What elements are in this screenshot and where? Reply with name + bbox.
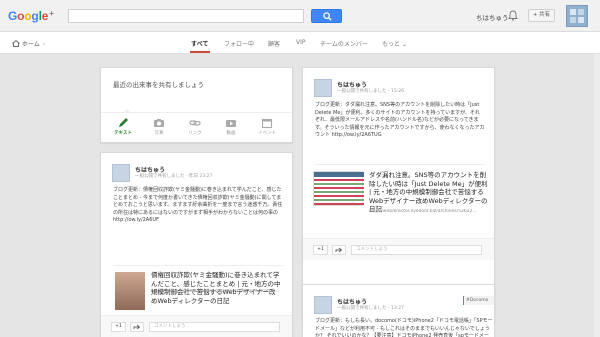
link-thumbnail[interactable] — [313, 171, 364, 206]
chevron-right-icon: › — [42, 41, 46, 48]
link-thumbnail[interactable] — [115, 272, 145, 310]
link-icon — [189, 120, 201, 126]
calendar-icon — [261, 118, 273, 129]
share-arrow-icon — [133, 324, 141, 330]
post-actions: +1 コメントしよう — [303, 238, 494, 260]
share-arrow-icon — [335, 247, 343, 253]
link-url[interactable]: http://webdirector.livedoor.biz/archives… — [369, 209, 491, 214]
video-icon — [226, 120, 236, 127]
post-body: ブログ更新：もしも長い。docomo(ドコモ)iPhone2「ドコモ電話帳」「S… — [315, 318, 493, 337]
reshare-button[interactable] — [332, 245, 346, 255]
link-title[interactable]: 債権回収詐欺(ヤミ金騒動)に巻き込まれて学んだこと、感じたことまとめ | 元・地… — [151, 271, 281, 305]
post-avatar[interactable] — [314, 296, 332, 314]
link-title[interactable]: ダダ漏れ注意。SNS等のアカウントを削除したい時は「Just Delete Me… — [369, 171, 491, 214]
active-tab-indicator — [190, 51, 210, 53]
camera-icon — [154, 119, 164, 127]
tab-following[interactable]: フォロー中 — [224, 39, 254, 48]
option-event-label: イベント — [258, 131, 276, 136]
home-icon — [12, 39, 20, 47]
divider — [315, 164, 485, 165]
share-button[interactable]: + 共有 — [528, 9, 555, 22]
option-video-label: 動画 — [226, 131, 236, 136]
tab-vip[interactable]: VIP — [296, 39, 306, 46]
option-link[interactable]: リンク — [177, 116, 213, 136]
link-url[interactable]: http://webdirector.livedoor.biz/archives… — [151, 289, 286, 294]
divider — [101, 112, 292, 113]
post-meta: 一般公開で共有しました - 15:26 — [337, 89, 404, 94]
option-video[interactable]: 動画 — [213, 116, 249, 136]
scrollbar[interactable] — [594, 54, 600, 337]
tab-all[interactable]: すべて — [191, 39, 208, 48]
share-prompt[interactable]: 最近の出来事を共有しましょう — [113, 79, 204, 89]
option-link-label: リンク — [188, 131, 202, 136]
post-actions: +1 コメントしよう — [101, 315, 292, 337]
plus-one-button[interactable]: +1 — [111, 322, 126, 332]
share-options: テキスト 写真 リンク 動画 イベント — [101, 116, 292, 142]
post-meta: 一般公開で共有しました - 昨日 23:27 — [135, 174, 213, 179]
tab-more[interactable]: もっと ⌄ — [382, 39, 407, 48]
option-text-label: テキスト — [114, 131, 132, 136]
bell-icon[interactable] — [508, 10, 518, 21]
comment-input[interactable]: コメントしよう — [149, 322, 280, 332]
logo-plus: + — [49, 9, 54, 18]
option-event[interactable]: イベント — [249, 116, 285, 136]
post-card: ちはちゅう 一般公開で共有しました - 13:27 #Docomo ブログ更新：… — [302, 284, 495, 337]
reshare-button[interactable] — [130, 322, 144, 332]
option-photo[interactable]: 写真 — [141, 116, 177, 136]
google-plus-logo[interactable]: Google+ — [8, 9, 54, 23]
comment-input[interactable]: コメントしよう — [351, 245, 482, 255]
pencil-icon — [119, 118, 128, 127]
post-card: ちはちゅう 一般公開で共有しました - 昨日 23:27 ブログ更新：債権回収詐… — [100, 152, 293, 337]
post-body: ブログ更新：ダダ漏れ注意。SNS等のアカウントを削除したい時は「Just Del… — [315, 102, 485, 138]
top-bar: Google+ ちはちゅう + 共有 — [0, 0, 600, 32]
hashtag-badge[interactable]: #Docomo — [463, 296, 494, 305]
avatar[interactable] — [566, 5, 588, 27]
search-input[interactable] — [68, 9, 304, 23]
plus-one-button[interactable]: +1 — [313, 245, 328, 255]
stream-nav: ホーム › すべて フォロー中 顧客 VIP チームのメンバー もっと ⌄ — [0, 32, 600, 54]
post-avatar[interactable] — [314, 79, 332, 97]
post-avatar[interactable] — [112, 164, 130, 182]
avatar-pattern-icon — [570, 9, 584, 23]
search-icon — [323, 12, 332, 21]
tab-more-label: もっと — [382, 41, 401, 48]
chevron-down-icon: ⌄ — [401, 41, 407, 48]
post-body: ブログ更新：債権回収詐欺(ヤミ金騒動)に巻き込まれて学んだこと、感じたことまとめ… — [113, 187, 283, 223]
home-menu[interactable]: ホーム › — [12, 39, 45, 48]
tab-team-members[interactable]: チームのメンバー — [320, 39, 368, 48]
option-photo-label: 写真 — [154, 131, 164, 136]
home-label: ホーム — [21, 41, 40, 48]
divider — [113, 265, 283, 266]
share-box: 最近の出来事を共有しましょう テキスト 写真 リンク 動画 イベント — [100, 67, 293, 143]
user-name[interactable]: ちはちゅう — [476, 12, 509, 22]
post-meta: 一般公開で共有しました - 13:27 — [337, 306, 404, 311]
option-text[interactable]: テキスト — [105, 116, 141, 136]
table-screenshot-icon — [314, 172, 364, 205]
search-button[interactable] — [311, 9, 342, 23]
tab-customers[interactable]: 顧客 — [268, 39, 280, 48]
